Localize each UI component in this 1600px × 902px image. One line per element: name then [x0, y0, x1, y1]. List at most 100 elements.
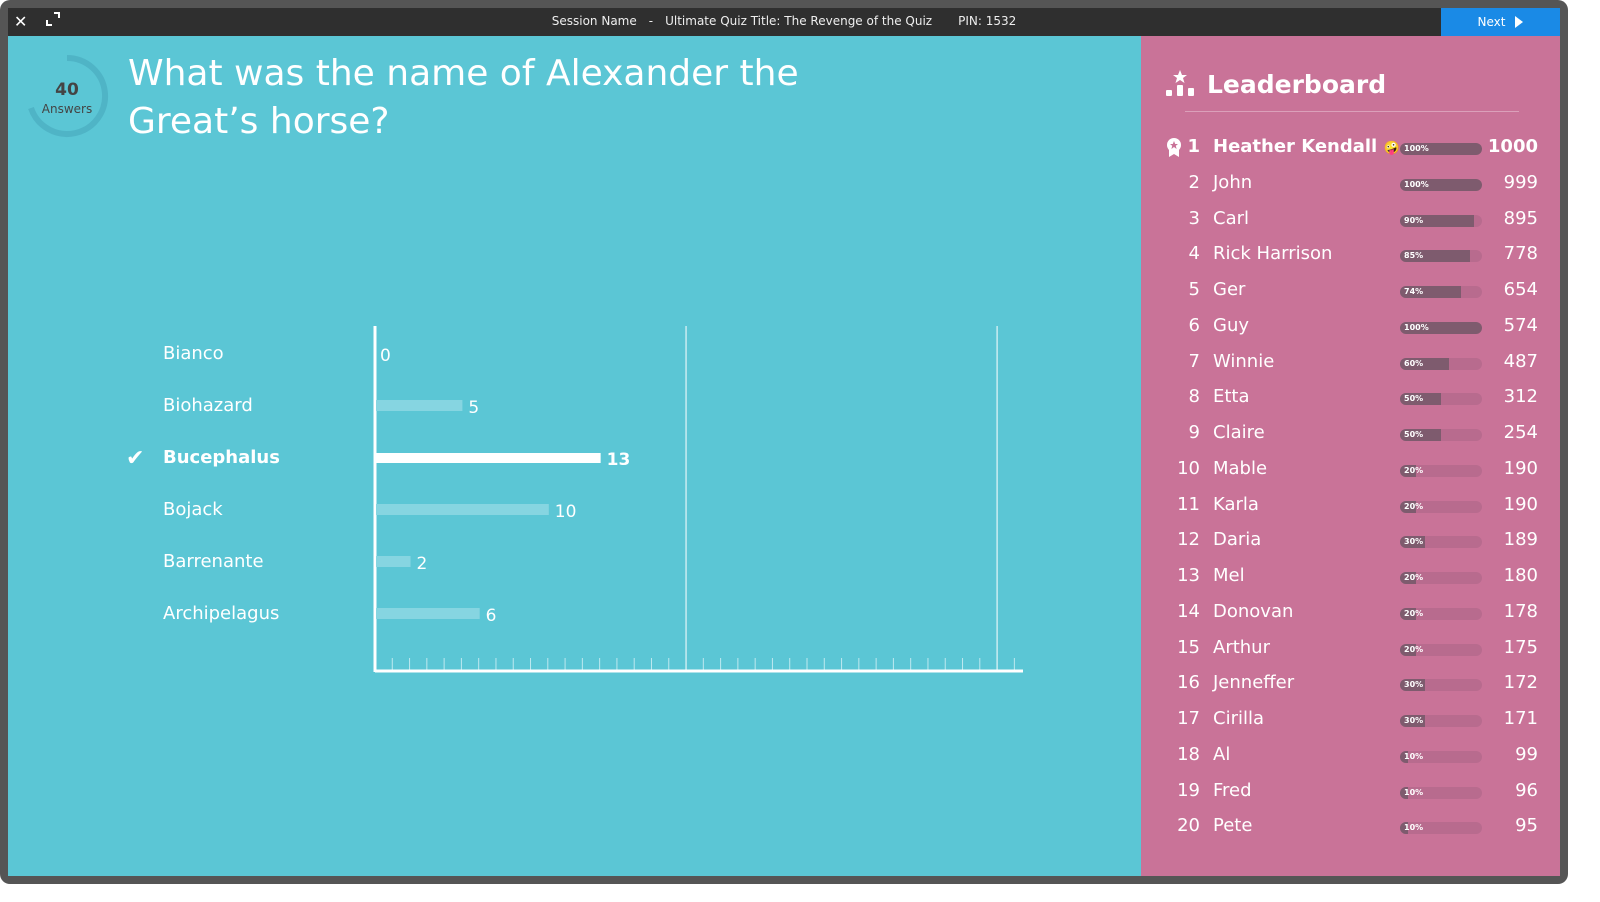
- accuracy-label: 10%: [1404, 751, 1424, 761]
- score: 895: [1503, 207, 1538, 229]
- rank: 7: [1188, 350, 1200, 372]
- player-name-text: Fred: [1213, 779, 1252, 801]
- player-name: Mable: [1213, 458, 1267, 479]
- player-name: Mel: [1213, 565, 1245, 586]
- leaderboard-row: 14 Donovan 20% 178: [1141, 601, 1560, 631]
- leaderboard-row: 2 John 100% 999: [1141, 172, 1560, 202]
- accuracy-label: 74%: [1404, 287, 1424, 296]
- divider: [1185, 111, 1519, 112]
- rank: 14: [1177, 600, 1200, 622]
- rank: 19: [1177, 779, 1200, 801]
- accuracy-bar: 30%: [1400, 679, 1482, 692]
- score: 178: [1503, 600, 1538, 622]
- player-name-text: Al: [1213, 743, 1231, 765]
- player-name: Rick Harrison: [1213, 243, 1332, 264]
- play-icon: [1515, 16, 1524, 28]
- player-name: Arthur: [1213, 637, 1270, 658]
- bar-bucephalus: [376, 453, 601, 463]
- player-name: Fred: [1213, 780, 1252, 801]
- leaderboard-row: 17 Cirilla 30% 171: [1141, 708, 1560, 738]
- rank: 12: [1177, 529, 1200, 551]
- medal-icon: [1167, 138, 1181, 157]
- accuracy-label: 100%: [1404, 179, 1429, 189]
- leaderboard-row: 9 Claire 50% 254: [1141, 422, 1560, 452]
- score: 99: [1515, 743, 1538, 765]
- player-name: Karla: [1213, 494, 1259, 515]
- answer-chart: 0 5 13 10 2 6: [373, 326, 1023, 673]
- accuracy-bar: 90%: [1400, 214, 1482, 227]
- player-name-text: Guy: [1213, 314, 1250, 336]
- player-name: Ger: [1213, 279, 1245, 300]
- player-name: Etta: [1213, 386, 1250, 407]
- player-name-text: Claire: [1213, 422, 1265, 443]
- accuracy-label: 20%: [1404, 573, 1424, 582]
- player-name-text: Heather Kendall: [1213, 136, 1378, 157]
- accuracy-bar: 20%: [1400, 500, 1482, 513]
- leaderboard-row: 15 Arthur 20% 175: [1141, 637, 1560, 667]
- rank: 8: [1188, 386, 1200, 408]
- accuracy-bar: 10%: [1400, 750, 1482, 763]
- player-name: Al: [1213, 744, 1230, 765]
- session-title: Session Name - Ultimate Quiz Title: The Re…: [8, 14, 1560, 28]
- accuracy-bar: 30%: [1400, 715, 1482, 727]
- player-name: Pete: [1213, 815, 1252, 836]
- player-name-text: Daria: [1213, 529, 1262, 551]
- rank: 16: [1177, 672, 1200, 694]
- score: 654: [1503, 279, 1538, 300]
- leaderboard-row: 16 Jenneffer 30% 172: [1141, 672, 1560, 702]
- player-name-text: Carl: [1213, 207, 1249, 229]
- score: 172: [1503, 672, 1538, 694]
- accuracy-bar: 30%: [1400, 536, 1482, 549]
- score: 96: [1515, 779, 1538, 801]
- leaderboard-row: 11 Karla 20% 190: [1141, 494, 1560, 524]
- score: 778: [1503, 243, 1538, 265]
- accuracy-label: 50%: [1404, 430, 1424, 439]
- accuracy-label: 85%: [1404, 251, 1424, 261]
- next-button[interactable]: Next: [1441, 8, 1560, 36]
- score: 190: [1503, 493, 1538, 515]
- player-name-text: Etta: [1213, 386, 1250, 408]
- accuracy-label: 30%: [1404, 716, 1424, 725]
- data-label: 0: [380, 346, 391, 366]
- accuracy-label: 10%: [1404, 787, 1424, 797]
- title-bar: ✕ Session Name - Ultimate Quiz Title: The …: [8, 8, 1560, 36]
- rank: 15: [1177, 636, 1200, 658]
- score: 999: [1503, 171, 1538, 193]
- score: 254: [1503, 422, 1538, 443]
- player-name-text: Mel: [1213, 565, 1245, 586]
- data-label: 2: [417, 554, 428, 574]
- leaderboard-row: 8 Etta 50% 312: [1141, 386, 1560, 416]
- accuracy-bar: 20%: [1400, 643, 1482, 656]
- data-label: 10: [555, 502, 577, 522]
- rank: 20: [1177, 815, 1200, 837]
- score: 1000: [1487, 136, 1538, 157]
- data-label: 6: [486, 606, 497, 626]
- player-name-text: Jenneffer: [1213, 672, 1295, 694]
- player-name: Cirilla: [1213, 708, 1264, 729]
- accuracy-label: 20%: [1404, 465, 1424, 475]
- accuracy-bar: 74%: [1400, 286, 1482, 298]
- player-name-text: John: [1213, 171, 1253, 193]
- score: 574: [1503, 314, 1538, 336]
- leaderboard-row: 12 Daria 30% 189: [1141, 529, 1560, 559]
- leaderboard-row: 18 Al 10% 99: [1141, 744, 1560, 774]
- bar-barrenante: [376, 556, 411, 567]
- rank: 13: [1177, 565, 1200, 586]
- player-name-text: Ger: [1213, 279, 1246, 300]
- accuracy-label: 60%: [1404, 358, 1424, 368]
- player-name: John: [1213, 172, 1252, 193]
- bar-bojack: [376, 504, 549, 515]
- pin: PIN: 1532: [958, 14, 1017, 28]
- accuracy-bar: 20%: [1400, 607, 1482, 620]
- accuracy-label: 30%: [1404, 537, 1424, 547]
- accuracy-bar: 100%: [1400, 178, 1482, 191]
- rank: 6: [1188, 314, 1200, 336]
- quiz-title: Ultimate Quiz Title: The Revenge of the …: [665, 14, 933, 28]
- app-window: ✕ Session Name - Ultimate Quiz Title: The …: [0, 0, 1568, 884]
- next-label: Next: [1477, 15, 1506, 29]
- rank: 9: [1188, 422, 1200, 443]
- bar-biohazard: [376, 400, 463, 411]
- leaderboard-row: 13 Mel 20% 180: [1141, 565, 1560, 595]
- player-name: Claire: [1213, 422, 1265, 443]
- leaderboard-row: 5 Ger 74% 654: [1141, 279, 1560, 309]
